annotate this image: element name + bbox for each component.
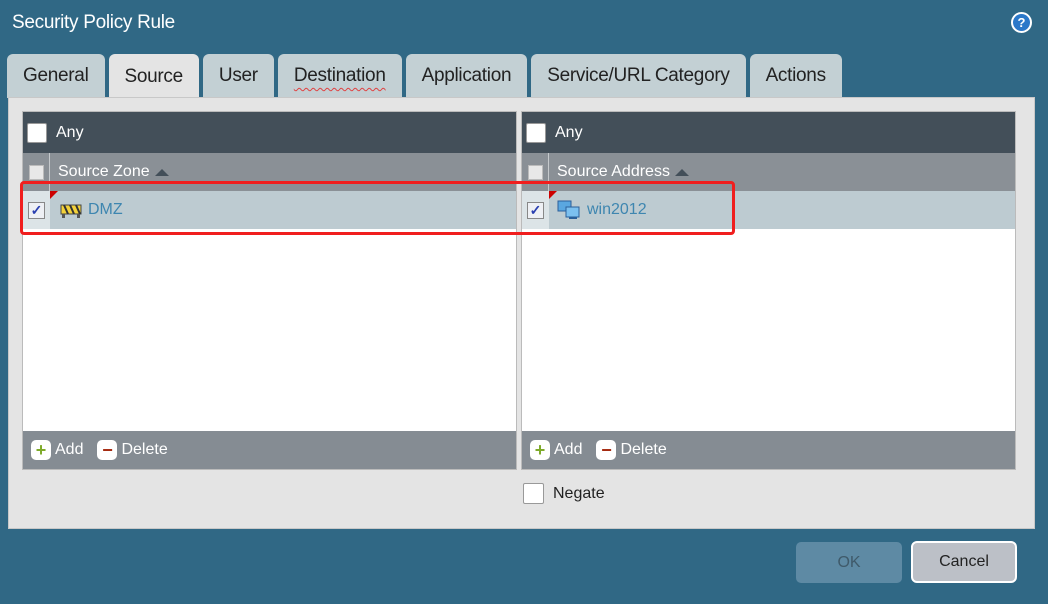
delete-button[interactable]: − Delete bbox=[97, 440, 168, 460]
tab-general[interactable]: General bbox=[7, 54, 105, 98]
sort-ascending-icon bbox=[154, 168, 169, 176]
tab-bar: General Source User Destination Applicat… bbox=[7, 54, 842, 100]
negate-option[interactable]: Negate bbox=[523, 483, 605, 504]
select-all-checkbox[interactable] bbox=[527, 164, 543, 180]
add-button[interactable]: + Add bbox=[530, 440, 582, 460]
add-button[interactable]: + Add bbox=[31, 440, 83, 460]
tab-actions[interactable]: Actions bbox=[749, 54, 842, 98]
plus-icon: + bbox=[530, 440, 550, 460]
help-icon[interactable]: ? bbox=[1011, 12, 1032, 33]
source-address-any-checkbox[interactable] bbox=[526, 122, 546, 143]
any-label: Any bbox=[555, 123, 583, 141]
column-header-source-zone[interactable]: Source Zone bbox=[58, 163, 150, 181]
delete-button[interactable]: − Delete bbox=[596, 440, 667, 460]
dialog-title: Security Policy Rule bbox=[12, 12, 175, 33]
select-all-checkbox[interactable] bbox=[28, 164, 44, 180]
minus-icon: − bbox=[97, 440, 118, 460]
negate-checkbox[interactable] bbox=[523, 483, 544, 504]
tab-destination[interactable]: Destination bbox=[277, 54, 402, 98]
tab-application[interactable]: Application bbox=[405, 54, 528, 98]
plus-icon: + bbox=[31, 440, 51, 460]
sort-ascending-icon bbox=[674, 168, 689, 176]
ok-button[interactable]: OK bbox=[796, 542, 902, 583]
column-header-source-address[interactable]: Source Address bbox=[557, 163, 670, 181]
tab-source[interactable]: Source bbox=[108, 54, 199, 100]
source-address-grid: Any Source Address ✓ win2012 + Add − Delet… bbox=[521, 111, 1016, 470]
minus-icon: − bbox=[596, 440, 617, 460]
negate-label: Negate bbox=[553, 484, 605, 502]
highlight-annotation bbox=[20, 181, 735, 235]
source-zone-grid: Any Source Zone ✓ DMZ + Add − Delete bbox=[22, 111, 517, 470]
tab-service-url-category[interactable]: Service/URL Category bbox=[531, 54, 746, 98]
tab-user[interactable]: User bbox=[202, 54, 274, 98]
cancel-button[interactable]: Cancel bbox=[911, 541, 1017, 583]
source-zone-any-checkbox[interactable] bbox=[27, 122, 47, 143]
any-label: Any bbox=[56, 123, 84, 141]
